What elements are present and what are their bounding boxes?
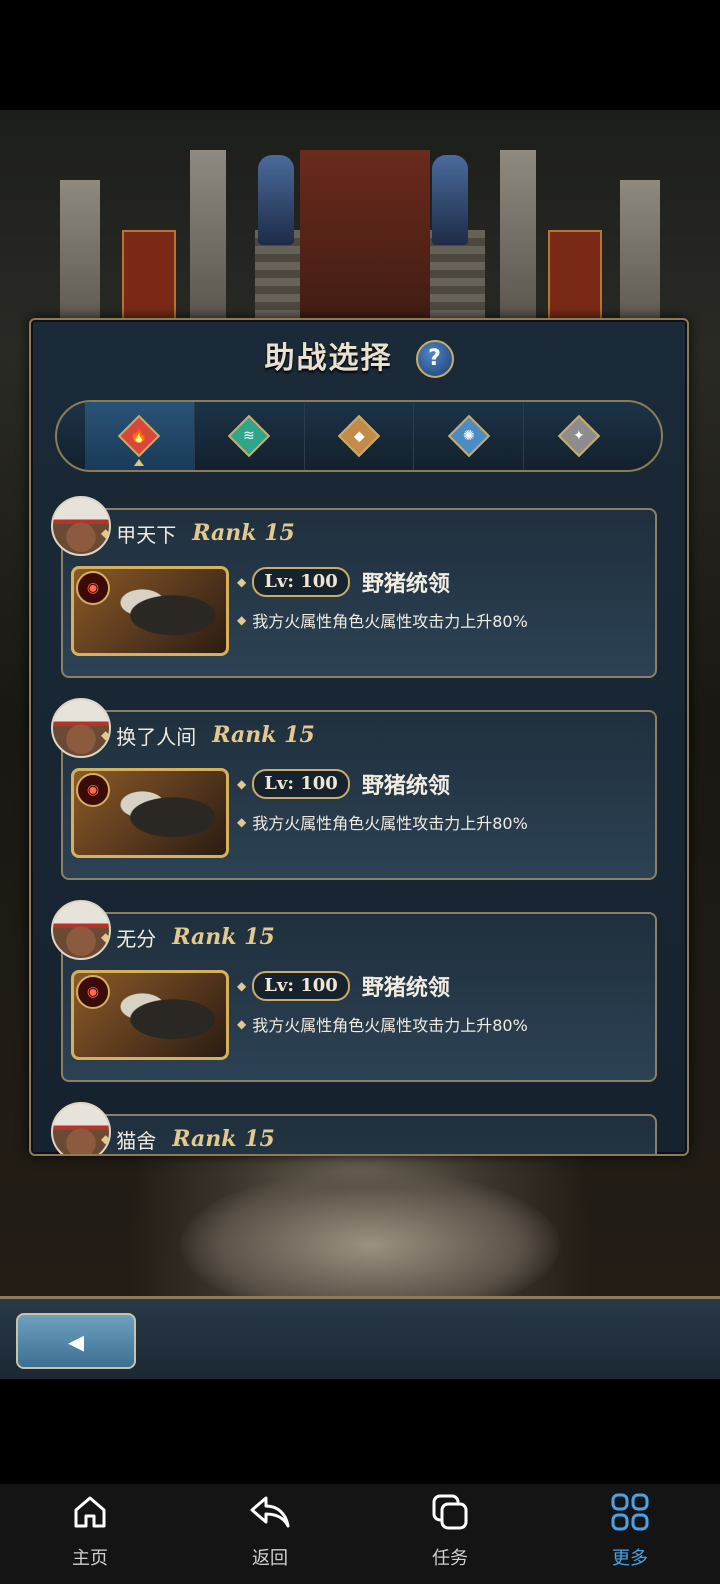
summon-name: 野猪统领 [361, 572, 450, 597]
summon-portrait: ◉ [71, 768, 229, 858]
player-rank: Rank 15 [172, 1126, 275, 1152]
banner-left [122, 230, 176, 324]
summon-info: ◆ Lv: 100 野猪统领 [237, 768, 450, 800]
nav-more[interactable]: 更多 [540, 1484, 720, 1584]
diamond-icon: ◆ [237, 777, 247, 791]
summon-level: Lv: 100 [252, 971, 350, 1001]
element-tabs: 🔥 ≋ ◆ ✺ ✦ [55, 400, 663, 472]
game-back-button[interactable]: ◂ [16, 1313, 136, 1369]
neutral-element-icon: ✦ [557, 414, 600, 458]
diamond-icon: ◆ [101, 930, 111, 944]
effect-text: 我方火属性角色火属性攻击力上升80% [252, 1016, 528, 1035]
diamond-icon: ◆ [101, 1132, 111, 1146]
fire-element-badge-icon: ◉ [76, 975, 110, 1009]
tab-wind[interactable]: ✺ [414, 402, 525, 470]
knight-right [432, 155, 468, 245]
support-list[interactable]: ◆ 甲天下 Rank 15 ◉ ◆ Lv: 100 野猪统领 ◆ 我方火属性角色… [51, 496, 657, 1154]
diamond-icon: ◆ [237, 1017, 247, 1031]
tasks-icon [426, 1488, 474, 1536]
player-name: 甲天下 [116, 522, 177, 547]
summon-info: ◆ Lv: 100 野猪统领 [237, 970, 450, 1002]
summon-portrait: ◉ [71, 566, 229, 656]
support-entry[interactable]: ◆ 无分 Rank 15 ◉ ◆ Lv: 100 野猪统领 ◆ 我方火属性角色火… [51, 900, 657, 1082]
summon-effect: ◆ 我方火属性角色火属性攻击力上升80% [237, 808, 528, 836]
nav-label: 返回 [252, 1548, 288, 1569]
support-selection-panel: 助战选择 ? 🔥 ≋ ◆ ✺ ✦ ◆ 甲天下 Rank 15 ◉ ◆ Lv: 1… [29, 318, 689, 1156]
summon-info: ◆ Lv: 100 野猪统领 [237, 566, 450, 598]
diamond-icon: ◆ [101, 728, 111, 742]
diamond-icon: ◆ [237, 613, 247, 627]
player-info: ◆ 换了人间 Rank 15 [101, 718, 315, 752]
support-entry[interactable]: ◆ 换了人间 Rank 15 ◉ ◆ Lv: 100 野猪统领 ◆ 我方火属性角… [51, 698, 657, 880]
player-info: ◆ 无分 Rank 15 [101, 920, 275, 954]
player-rank: Rank 15 [172, 924, 275, 950]
tab-water[interactable]: ≋ [195, 402, 305, 470]
diamond-icon: ◆ [237, 815, 247, 829]
game-bottom-bar: ◂ [0, 1296, 720, 1379]
nav-back[interactable]: 返回 [180, 1484, 360, 1584]
earth-element-icon: ◆ [337, 414, 381, 458]
nav-label: 任务 [432, 1548, 468, 1569]
wind-element-icon: ✺ [447, 414, 490, 458]
diamond-icon: ◆ [101, 526, 111, 540]
fire-element-badge-icon: ◉ [76, 773, 110, 807]
water-element-icon: ≋ [227, 414, 271, 458]
player-name: 猫舍 [116, 1128, 157, 1153]
banner-right [548, 230, 602, 324]
summon-effect: ◆ 我方火属性角色火属性攻击力上升80% [237, 606, 528, 634]
fire-element-icon: 🔥 [118, 414, 161, 458]
nav-tasks[interactable]: 任务 [360, 1484, 540, 1584]
home-icon [66, 1488, 114, 1536]
tab-fire[interactable]: 🔥 [85, 402, 195, 470]
back-arrow-icon: ◂ [67, 1322, 85, 1360]
panel-title: 助战选择 [264, 341, 393, 376]
summon-level: Lv: 100 [252, 567, 350, 597]
knight-left [258, 155, 294, 245]
summon-effect: ◆ 我方火属性角色火属性攻击力上升80% [237, 1010, 528, 1038]
tab-earth[interactable]: ◆ [305, 402, 415, 470]
nav-label: 更多 [612, 1548, 648, 1569]
fire-element-badge-icon: ◉ [76, 571, 110, 605]
summon-level: Lv: 100 [252, 769, 350, 799]
nav-label: 主页 [72, 1548, 108, 1569]
player-rank: Rank 15 [192, 520, 295, 546]
panel-header: 助战选择 ? [31, 334, 687, 384]
player-name: 换了人间 [116, 724, 197, 749]
help-button[interactable]: ? [415, 340, 454, 378]
player-name: 无分 [116, 926, 157, 951]
player-info: ◆ 甲天下 Rank 15 [101, 516, 295, 550]
player-info: ◆ 猫舍 Rank 15 [101, 1122, 275, 1154]
summon-name: 野猪统领 [361, 774, 450, 799]
diamond-icon: ◆ [237, 979, 247, 993]
nav-home[interactable]: 主页 [0, 1484, 180, 1584]
tab-neutral[interactable]: ✦ [524, 402, 633, 470]
support-entry[interactable]: ◆ 甲天下 Rank 15 ◉ ◆ Lv: 100 野猪统领 ◆ 我方火属性角色… [51, 496, 657, 678]
reply-icon [246, 1488, 294, 1536]
player-rank: Rank 15 [212, 722, 315, 748]
effect-text: 我方火属性角色火属性攻击力上升80% [252, 814, 528, 833]
support-entry-partial[interactable]: ◆ 猫舍 Rank 15 [51, 1102, 657, 1154]
diamond-icon: ◆ [237, 575, 247, 589]
summon-name: 野猪统领 [361, 976, 450, 1001]
summon-portrait: ◉ [71, 970, 229, 1060]
app-nav-bar: 主页 返回 任务 更多 [0, 1484, 720, 1584]
effect-text: 我方火属性角色火属性攻击力上升80% [252, 612, 528, 631]
grid-icon [606, 1488, 654, 1536]
